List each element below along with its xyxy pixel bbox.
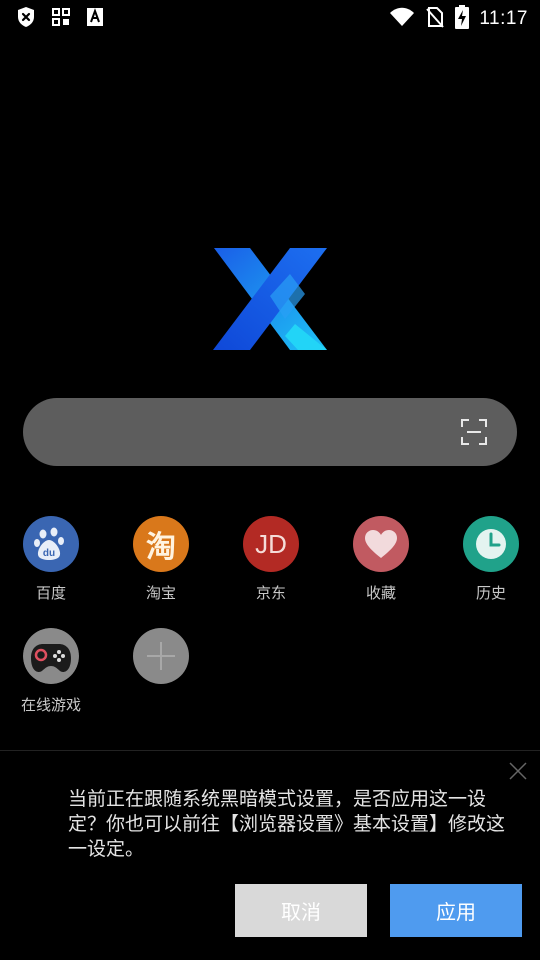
shortcut-taobao[interactable]: 淘 淘宝 — [111, 516, 211, 616]
no-sim-icon — [425, 6, 445, 32]
cancel-button[interactable]: 取消 — [235, 884, 367, 937]
shortcut-jd[interactable]: JD 京东 — [221, 516, 321, 616]
apply-button[interactable]: 应用 — [390, 884, 522, 937]
baidu-icon: du — [23, 516, 79, 572]
shortcut-label: 京东 — [255, 584, 286, 602]
jd-icon: JD — [243, 516, 299, 572]
dialog-message: 当前正在跟随系统黑暗模式设置，是否应用这一设定？你也可以前往【浏览器设置》基本设… — [68, 788, 506, 860]
shortcut-favorites[interactable]: 收藏 — [331, 516, 431, 616]
wifi-icon — [389, 7, 415, 31]
shortcut-label: 百度 — [35, 584, 66, 602]
status-bar: 11:17 — [0, 0, 540, 36]
jd-glyph: JD — [255, 528, 287, 559]
shortcut-label: 淘宝 — [145, 584, 176, 602]
shortcut-label: 历史 — [475, 584, 506, 602]
x-browser-logo — [210, 244, 330, 354]
search-bar[interactable] — [23, 398, 517, 466]
clock-icon — [463, 516, 519, 572]
shield-x-icon — [16, 6, 36, 32]
shortcut-online-games[interactable]: 在线游戏 — [1, 628, 101, 728]
shortcut-label: 在线游戏 — [20, 696, 81, 714]
close-icon[interactable] — [508, 761, 528, 781]
shortcut-baidu[interactable]: du 百度 — [1, 516, 101, 616]
shortcut-add[interactable] — [111, 628, 211, 728]
shortcut-label: 收藏 — [365, 584, 396, 602]
scan-icon[interactable] — [461, 419, 487, 445]
clock-time: 11:17 — [479, 8, 528, 29]
taobao-glyph: 淘 — [146, 530, 176, 565]
heart-icon — [353, 516, 409, 572]
shortcut-history[interactable]: 历史 — [441, 516, 540, 616]
gamepad-icon — [23, 628, 79, 684]
taobao-icon: 淘 — [133, 516, 189, 572]
add-icon — [133, 628, 189, 684]
svg-text:du: du — [43, 548, 55, 559]
font-a-icon — [86, 7, 104, 31]
qr-grid-icon — [52, 8, 70, 30]
dark-mode-dialog: 当前正在跟随系统黑暗模式设置，是否应用这一设定？你也可以前往【浏览器设置》基本设… — [0, 751, 540, 960]
battery-charging-icon — [455, 5, 470, 33]
